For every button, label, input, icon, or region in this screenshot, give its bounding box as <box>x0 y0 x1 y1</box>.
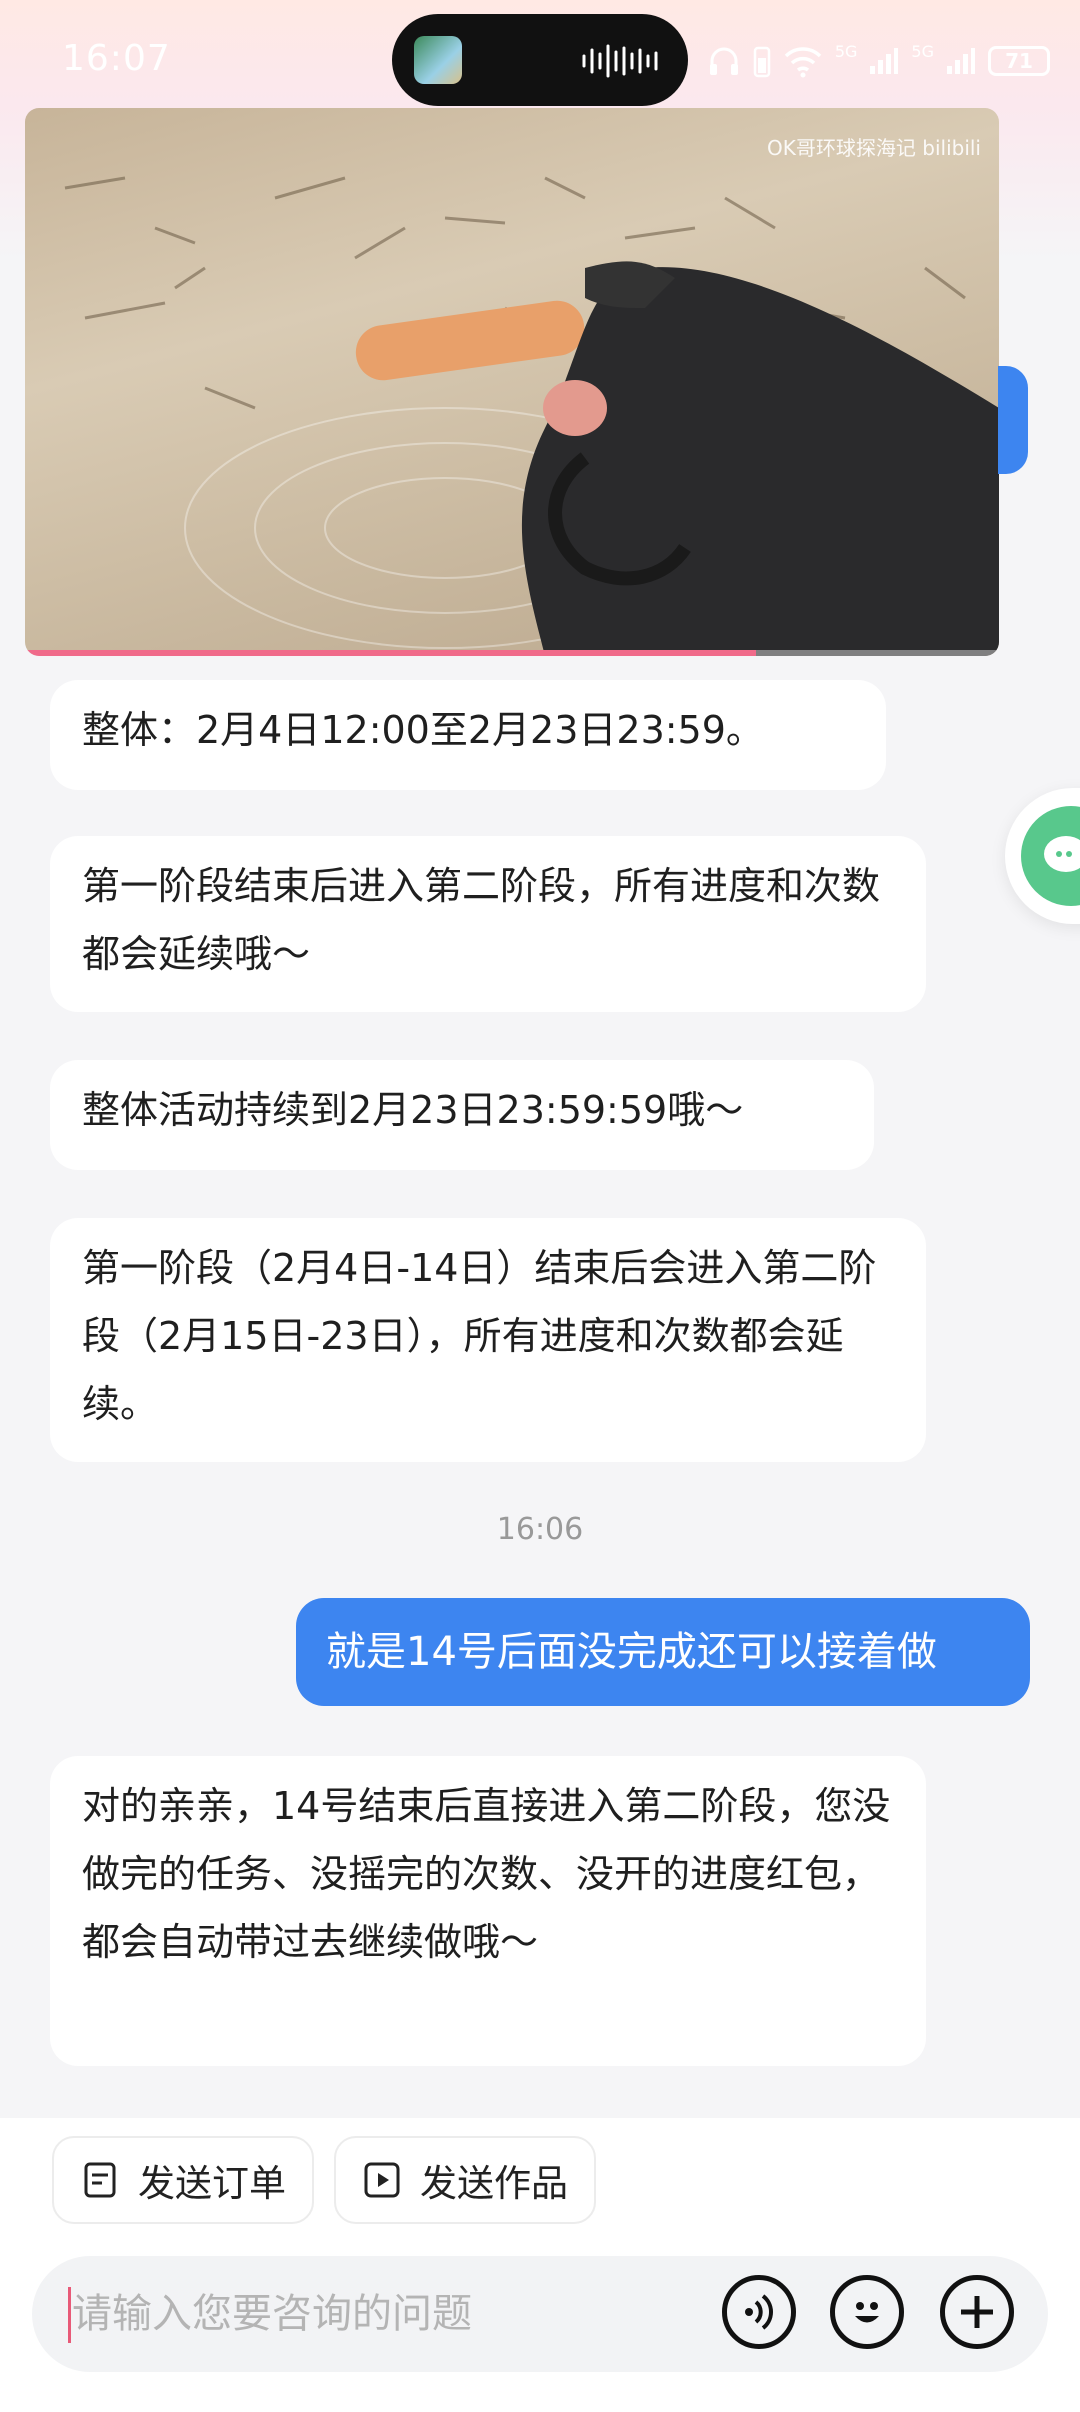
dynamic-island[interactable] <box>392 14 688 106</box>
message-text: 第一阶段结束后进入第二阶段，所有进度和次数都会延续哦～ <box>82 864 881 976</box>
media-thumbnail <box>414 36 462 84</box>
voice-icon <box>745 2294 773 2330</box>
audio-wave-icon <box>582 44 658 78</box>
video-progress-fill <box>25 650 756 656</box>
send-work-label: 发送作品 <box>420 2162 568 2205</box>
message-bubble[interactable]: 整体：2月4日12:00至2月23日23:59。 <box>50 680 886 790</box>
send-order-button[interactable]: 发送订单 <box>52 2136 314 2224</box>
text-caret <box>68 2287 71 2343</box>
send-order-label: 发送订单 <box>138 2162 286 2205</box>
wifi-icon <box>784 47 822 78</box>
signal-icon-1 <box>870 48 899 74</box>
video-frame <box>64 176 999 656</box>
message-text: 对的亲亲，14号结束后直接进入第二阶段，您没做完的任务、没摇完的次数、没开的进度… <box>82 1784 891 1964</box>
message-bubble[interactable]: 第一阶段（2月4日-14日）结束后会进入第二阶段（2月15日-23日），所有进度… <box>50 1218 926 1462</box>
network-type-2: 5G <box>911 41 934 61</box>
message-text: 整体活动持续到2月23日23:59:59哦～ <box>82 1088 744 1132</box>
send-work-button[interactable]: 发送作品 <box>334 2136 596 2224</box>
emoji-button[interactable] <box>830 2275 904 2349</box>
message-bubble[interactable]: 对的亲亲，14号结束后直接进入第二阶段，您没做完的任务、没摇完的次数、没开的进度… <box>50 1756 926 2066</box>
partial-user-bubble <box>998 366 1028 474</box>
video-player[interactable]: OK哥环球探海记 bilibili <box>25 108 999 656</box>
voice-button[interactable] <box>722 2275 796 2349</box>
more-button[interactable] <box>940 2275 1014 2349</box>
message-text: 第一阶段（2月4日-14日）结束后会进入第二阶段（2月15日-23日），所有进度… <box>82 1246 877 1426</box>
network-type-1: 5G <box>834 41 858 61</box>
status-icons: 5G 5G 71 <box>707 36 1050 86</box>
input-placeholder: 请输入您要咨询的问题 <box>72 2291 472 2337</box>
emoji-icon <box>855 2302 879 2323</box>
message-bubble[interactable]: 第一阶段结束后进入第二阶段，所有进度和次数都会延续哦～ <box>50 836 926 1012</box>
chat-bubbles-icon <box>1021 806 1080 906</box>
battery-level: 71 <box>988 46 1050 76</box>
message-text: 整体：2月4日12:00至2月23日23:59。 <box>82 708 764 752</box>
message-timestamp: 16:06 <box>496 1512 584 1547</box>
order-document-icon <box>84 2162 116 2198</box>
video-play-icon <box>364 2162 400 2198</box>
earbud-battery-icon <box>753 46 771 78</box>
video-watermark: OK哥环球探海记 bilibili <box>767 136 981 160</box>
signal-icon-2 <box>947 48 975 74</box>
user-message-bubble[interactable]: 就是14号后面没完成还可以接着做 <box>296 1598 1030 1706</box>
message-text: 就是14号后面没完成还可以接着做 <box>326 1629 937 1675</box>
message-bubble[interactable]: 整体活动持续到2月23日23:59:59哦～ <box>50 1060 874 1170</box>
floating-chat-button[interactable] <box>1005 788 1080 924</box>
status-time: 16:07 <box>62 38 171 79</box>
headphones-icon <box>709 47 738 75</box>
plus-icon <box>961 2296 993 2328</box>
